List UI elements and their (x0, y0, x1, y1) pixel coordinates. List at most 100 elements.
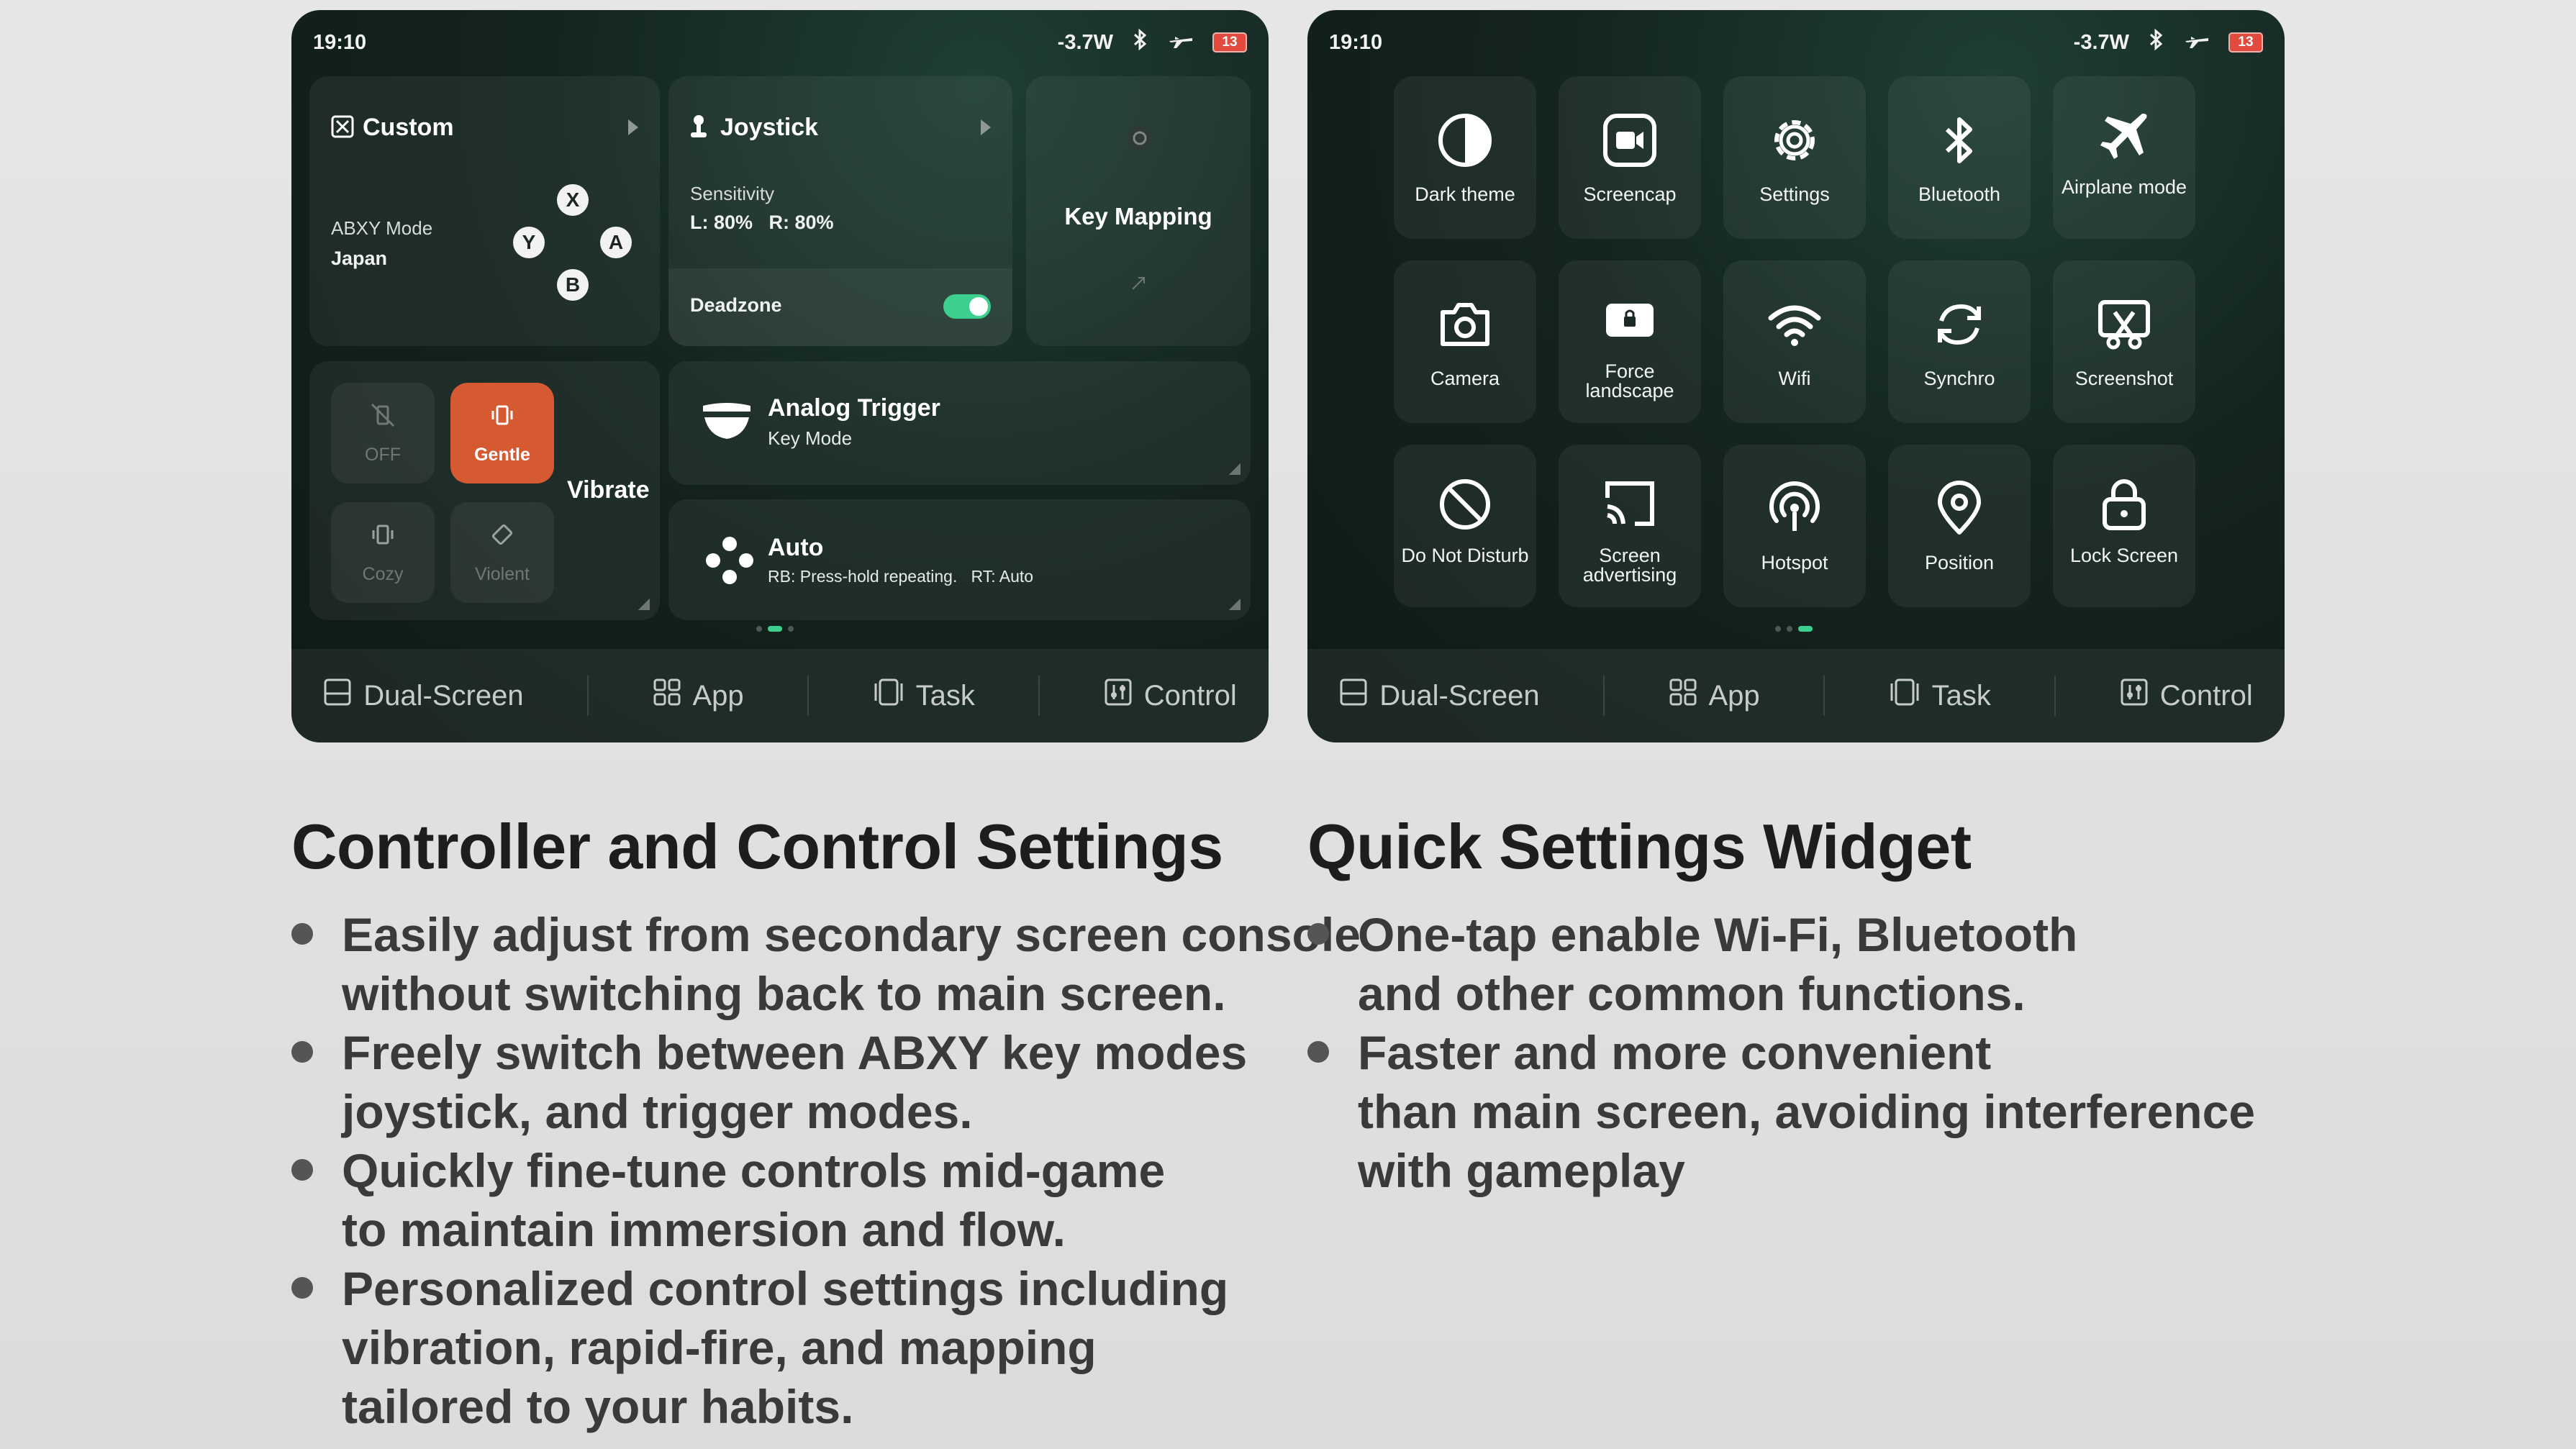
tile-label: Position (1924, 552, 1995, 573)
page-dot (788, 626, 794, 632)
tile-label: Airplane mode (2061, 176, 2187, 198)
tile-label: Lock Screen (2069, 545, 2179, 566)
tile-label: Camera (1430, 368, 1500, 389)
vibrate-violent-label: Violent (475, 564, 530, 584)
control-icon (1104, 678, 1133, 714)
custom-card[interactable]: Custom ABXY Mode Japan X Y A B (309, 76, 660, 346)
tile-position[interactable]: Position (1888, 445, 2031, 607)
key-b: B (557, 269, 589, 301)
tile-label: Screen advertising (1582, 545, 1677, 586)
dual-screen-icon (323, 678, 352, 714)
bottom-nav: Dual-Screen App Task Control (1307, 649, 2285, 742)
page-dot-active (768, 626, 782, 632)
bluetooth-status-icon (1132, 28, 1149, 56)
auto-card[interactable]: Auto RB: Press-hold repeating. RT: Auto (668, 499, 1251, 620)
custom-title: Custom (363, 114, 454, 141)
vibrate-cozy-button[interactable]: Cozy (331, 502, 435, 603)
tile-camera[interactable]: Camera (1394, 260, 1536, 423)
resize-handle-icon (1229, 599, 1241, 610)
page-dot (1787, 626, 1792, 632)
vibrate-title: Vibrate (567, 476, 650, 504)
tab-control-label: Control (1143, 679, 1237, 712)
resize-handle-icon (638, 599, 650, 610)
custom-icon (331, 115, 354, 142)
tab-app[interactable]: App (653, 678, 744, 714)
tab-dual-screen[interactable]: Dual-Screen (1339, 678, 1540, 714)
vibrate-gentle-label: Gentle (474, 445, 530, 465)
tile-wifi[interactable]: Wifi (1723, 260, 1866, 423)
tab-app-label: App (1708, 679, 1760, 712)
key-y: Y (513, 227, 545, 258)
vibrate-gentle-icon (488, 401, 517, 435)
tab-task[interactable]: Task (873, 678, 975, 714)
analog-trigger-subtitle: Key Mode (768, 427, 853, 449)
tile-synchro[interactable]: Synchro (1888, 260, 2031, 423)
vibrate-cozy-label: Cozy (362, 564, 404, 584)
tile-settings[interactable]: Settings (1723, 76, 1866, 239)
vibrate-violent-button[interactable]: Violent (450, 502, 554, 603)
sensitivity-label: Sensitivity (690, 183, 775, 204)
vibrate-off-label: OFF (365, 445, 401, 465)
vibrate-violent-icon (488, 520, 517, 554)
joystick-card[interactable]: Joystick Sensitivity L: 80% R: 80% Deadz… (668, 76, 1012, 346)
page-dot (1775, 626, 1781, 632)
tile-bluetooth[interactable]: Bluetooth (1888, 76, 2031, 239)
vibrate-cozy-icon (368, 520, 397, 554)
tab-control[interactable]: Control (2120, 678, 2253, 714)
tile-dark-theme[interactable]: Dark theme (1394, 76, 1536, 239)
half-circle-icon (1437, 112, 1493, 172)
page-indicator (1775, 626, 1813, 632)
analog-trigger-title: Analog Trigger (768, 394, 940, 422)
sensitivity-value: L: 80% R: 80% (690, 212, 834, 233)
vibrate-gentle-button[interactable]: Gentle (450, 383, 554, 483)
tab-task-label: Task (1931, 679, 1991, 712)
auto-title: Auto (768, 534, 824, 561)
chevron-right-icon (628, 119, 638, 135)
airplane-status-icon (2184, 30, 2210, 55)
task-icon (873, 678, 904, 714)
deadzone-toggle[interactable] (943, 294, 991, 319)
tile-screencap[interactable]: Screencap (1559, 76, 1701, 239)
lock-icon (2096, 476, 2152, 536)
controller-panel: 19:10 -3.7W 13 Custom ABXY Mode Japan X … (291, 10, 1269, 742)
block-icon (1437, 476, 1493, 536)
tile-screenshot[interactable]: Screenshot (2053, 260, 2195, 423)
joystick-icon (689, 114, 709, 143)
page-dot-active (1798, 626, 1813, 632)
analog-trigger-card[interactable]: Analog Trigger Key Mode (668, 361, 1251, 485)
tile-label: Dark theme (1415, 183, 1515, 205)
tab-dual-screen[interactable]: Dual-Screen (323, 678, 524, 714)
bullet-item: One-tap enable Wi-Fi, Bluetooth and othe… (1307, 905, 2255, 1023)
app-grid-icon (1669, 678, 1697, 714)
key-x: X (557, 184, 589, 216)
tile-label: Hotspot (1761, 552, 1828, 573)
target-icon (1125, 124, 1154, 156)
wifi-icon (1767, 296, 1823, 356)
power-readout: -3.7W (2073, 30, 2129, 54)
tab-control[interactable]: Control (1104, 678, 1237, 714)
bullet-item: Quickly fine-tune controls mid-game to m… (291, 1141, 1361, 1259)
video-icon (1602, 112, 1658, 172)
cast-icon (1602, 476, 1658, 536)
tab-task[interactable]: Task (1889, 678, 1991, 714)
airplane-icon (2096, 108, 2152, 168)
tile-do-not-disturb[interactable]: Do Not Disturb (1394, 445, 1536, 607)
tile-label: Settings (1759, 183, 1830, 205)
battery-indicator: 13 (1212, 32, 1247, 53)
battery-indicator: 13 (2228, 32, 2263, 53)
tile-screen-advertising[interactable]: Screen advertising (1559, 445, 1701, 607)
tab-app[interactable]: App (1669, 678, 1760, 714)
tab-dual-screen-label: Dual-Screen (363, 679, 524, 712)
tile-hotspot[interactable]: Hotspot (1723, 445, 1866, 607)
vibrate-off-button[interactable]: OFF (331, 383, 435, 483)
dual-screen-icon (1339, 678, 1368, 714)
key-mapping-card[interactable]: Key Mapping (1026, 76, 1251, 346)
power-readout: -3.7W (1057, 30, 1113, 54)
tile-force-landscape[interactable]: Force landscape (1559, 260, 1701, 423)
tile-lock-screen[interactable]: Lock Screen (2053, 445, 2195, 607)
vibrate-card: OFF Gentle Cozy Violent Vibrate (309, 361, 660, 620)
tile-airplane-mode[interactable]: Airplane mode (2053, 76, 2195, 239)
bluetooth-icon (1931, 112, 1987, 172)
bullet-item: Personalized control settings including … (291, 1259, 1361, 1436)
tab-dual-screen-label: Dual-Screen (1379, 679, 1540, 712)
